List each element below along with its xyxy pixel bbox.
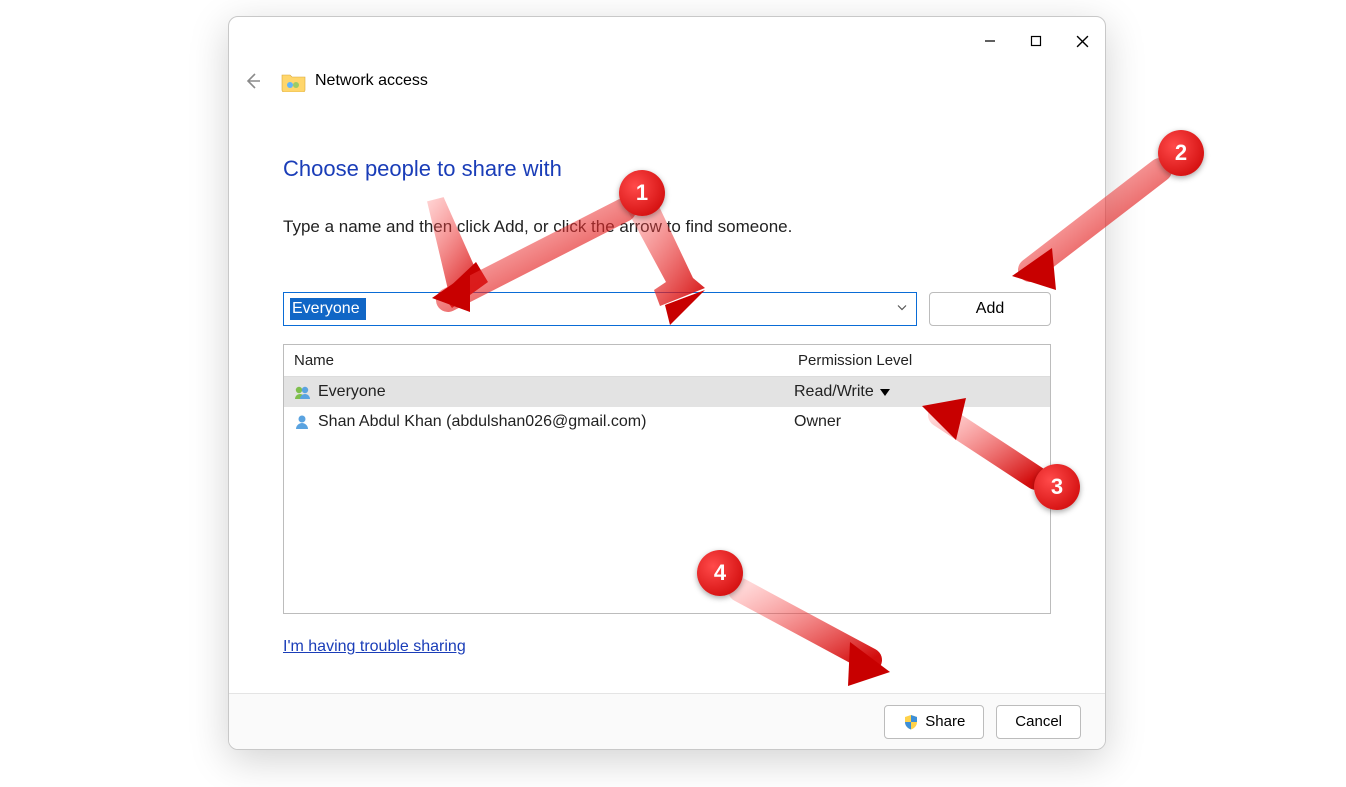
- titlebar: [229, 17, 1105, 65]
- page-subtext: Type a name and then click Add, or click…: [283, 217, 1051, 237]
- minimize-button[interactable]: [967, 20, 1013, 62]
- annotation-3: 3: [1034, 464, 1080, 510]
- list-header: Name Permission Level: [284, 345, 1050, 377]
- user-icon: [292, 412, 312, 432]
- name-combobox[interactable]: [283, 292, 917, 326]
- row-permission-dropdown: Owner: [794, 413, 841, 431]
- list-row[interactable]: EveryoneRead/Write: [284, 377, 1050, 407]
- name-add-row: Add: [283, 292, 1051, 326]
- close-icon: [1076, 35, 1089, 48]
- annotation-2: 2: [1158, 130, 1204, 176]
- dropdown-triangle-icon: [880, 389, 890, 396]
- cancel-button-label: Cancel: [1015, 713, 1062, 730]
- folder-people-icon: [281, 70, 305, 92]
- annotation-1: 1: [619, 170, 665, 216]
- cancel-button[interactable]: Cancel: [996, 705, 1081, 739]
- header-title: Network access: [315, 72, 428, 90]
- back-arrow-icon: [243, 71, 263, 91]
- add-button[interactable]: Add: [929, 292, 1051, 326]
- column-permission-header[interactable]: Permission Level: [794, 352, 1050, 369]
- list-row[interactable]: Shan Abdul Khan (abdulshan026@gmail.com)…: [284, 407, 1050, 437]
- dialog-footer: Share Cancel: [229, 693, 1105, 749]
- maximize-icon: [1030, 35, 1042, 47]
- sharing-dialog: Network access Choose people to share wi…: [228, 16, 1106, 750]
- row-name-label: Everyone: [318, 383, 794, 401]
- share-button-label: Share: [925, 713, 965, 730]
- row-permission-label: Owner: [794, 413, 841, 431]
- row-name-label: Shan Abdul Khan (abdulshan026@gmail.com): [318, 413, 794, 431]
- people-list: Name Permission Level EveryoneRead/Write…: [283, 344, 1051, 614]
- content: Choose people to share with Type a name …: [229, 101, 1105, 693]
- column-name-header[interactable]: Name: [284, 352, 794, 369]
- back-button[interactable]: [241, 69, 265, 93]
- dialog-header: Network access: [229, 65, 1105, 101]
- row-permission-dropdown[interactable]: Read/Write: [794, 383, 890, 401]
- share-button[interactable]: Share: [884, 705, 984, 739]
- name-input[interactable]: [290, 298, 366, 320]
- maximize-button[interactable]: [1013, 20, 1059, 62]
- shield-icon: [903, 714, 919, 730]
- page-heading: Choose people to share with: [283, 156, 1051, 182]
- minimize-icon: [984, 35, 996, 47]
- trouble-sharing-link[interactable]: I'm having trouble sharing: [283, 638, 466, 656]
- chevron-down-icon[interactable]: [896, 301, 908, 318]
- row-permission-label: Read/Write: [794, 383, 874, 401]
- people-group-icon: [292, 382, 312, 402]
- annotation-4: 4: [697, 550, 743, 596]
- close-button[interactable]: [1059, 20, 1105, 62]
